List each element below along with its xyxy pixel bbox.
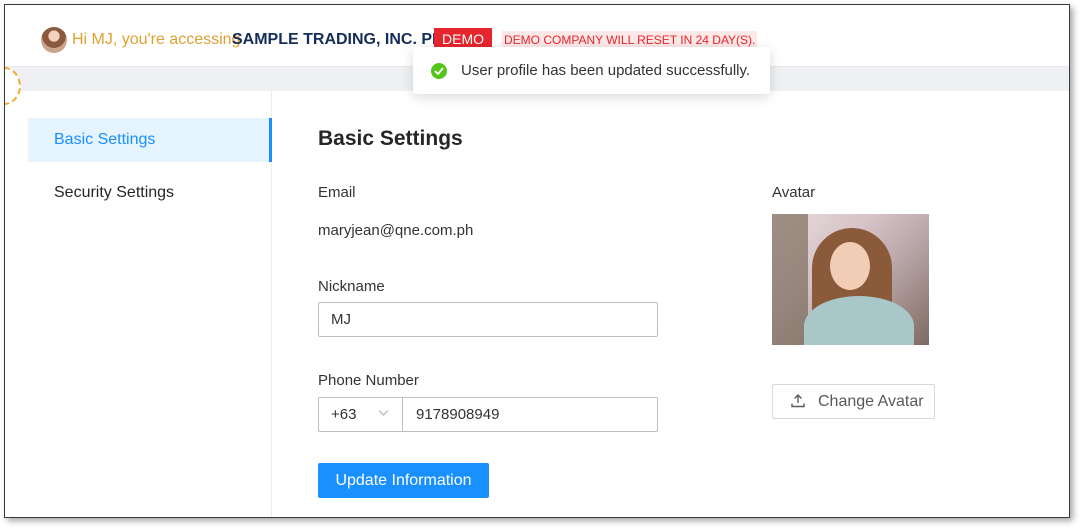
upload-icon bbox=[791, 394, 805, 408]
user-avatar-small[interactable] bbox=[41, 27, 67, 53]
chevron-down-icon bbox=[378, 410, 389, 416]
sidebar-item-label: Security Settings bbox=[54, 184, 175, 201]
country-code-value: +63 bbox=[331, 406, 357, 423]
page-title: Basic Settings bbox=[318, 127, 463, 150]
phone-number-label: Phone Number bbox=[318, 372, 419, 389]
main-content: Basic Settings Email maryjean@qne.com.ph… bbox=[272, 91, 1069, 517]
country-code-select[interactable]: +63 bbox=[319, 398, 403, 431]
company-name: SAMPLE TRADING, INC. PH bbox=[232, 31, 444, 48]
update-information-button[interactable]: Update Information bbox=[318, 463, 489, 498]
check-circle-icon bbox=[431, 63, 447, 79]
change-avatar-button[interactable]: Change Avatar bbox=[772, 384, 935, 419]
phone-number-field[interactable] bbox=[404, 398, 657, 431]
phone-number-group: +63 bbox=[318, 397, 658, 432]
sidebar-item-basic-settings[interactable]: Basic Settings bbox=[28, 118, 272, 162]
email-value: maryjean@qne.com.ph bbox=[318, 222, 474, 239]
settings-sidebar: Basic Settings Security Settings bbox=[28, 91, 272, 517]
sidebar-item-label: Basic Settings bbox=[54, 131, 156, 148]
change-avatar-label: Change Avatar bbox=[818, 393, 924, 410]
success-toast: User profile has been updated successful… bbox=[413, 47, 770, 94]
greeting-text: Hi MJ, you're accessing bbox=[72, 31, 241, 48]
nickname-label: Nickname bbox=[318, 278, 385, 295]
app-window: Hi MJ, you're accessing SAMPLE TRADING, … bbox=[4, 4, 1070, 518]
toast-message: User profile has been updated successful… bbox=[461, 62, 751, 79]
nickname-field[interactable] bbox=[318, 302, 658, 337]
email-label: Email bbox=[318, 184, 356, 201]
avatar-image bbox=[772, 214, 929, 345]
avatar-label: Avatar bbox=[772, 184, 816, 201]
sidebar-item-security-settings[interactable]: Security Settings bbox=[28, 171, 272, 215]
